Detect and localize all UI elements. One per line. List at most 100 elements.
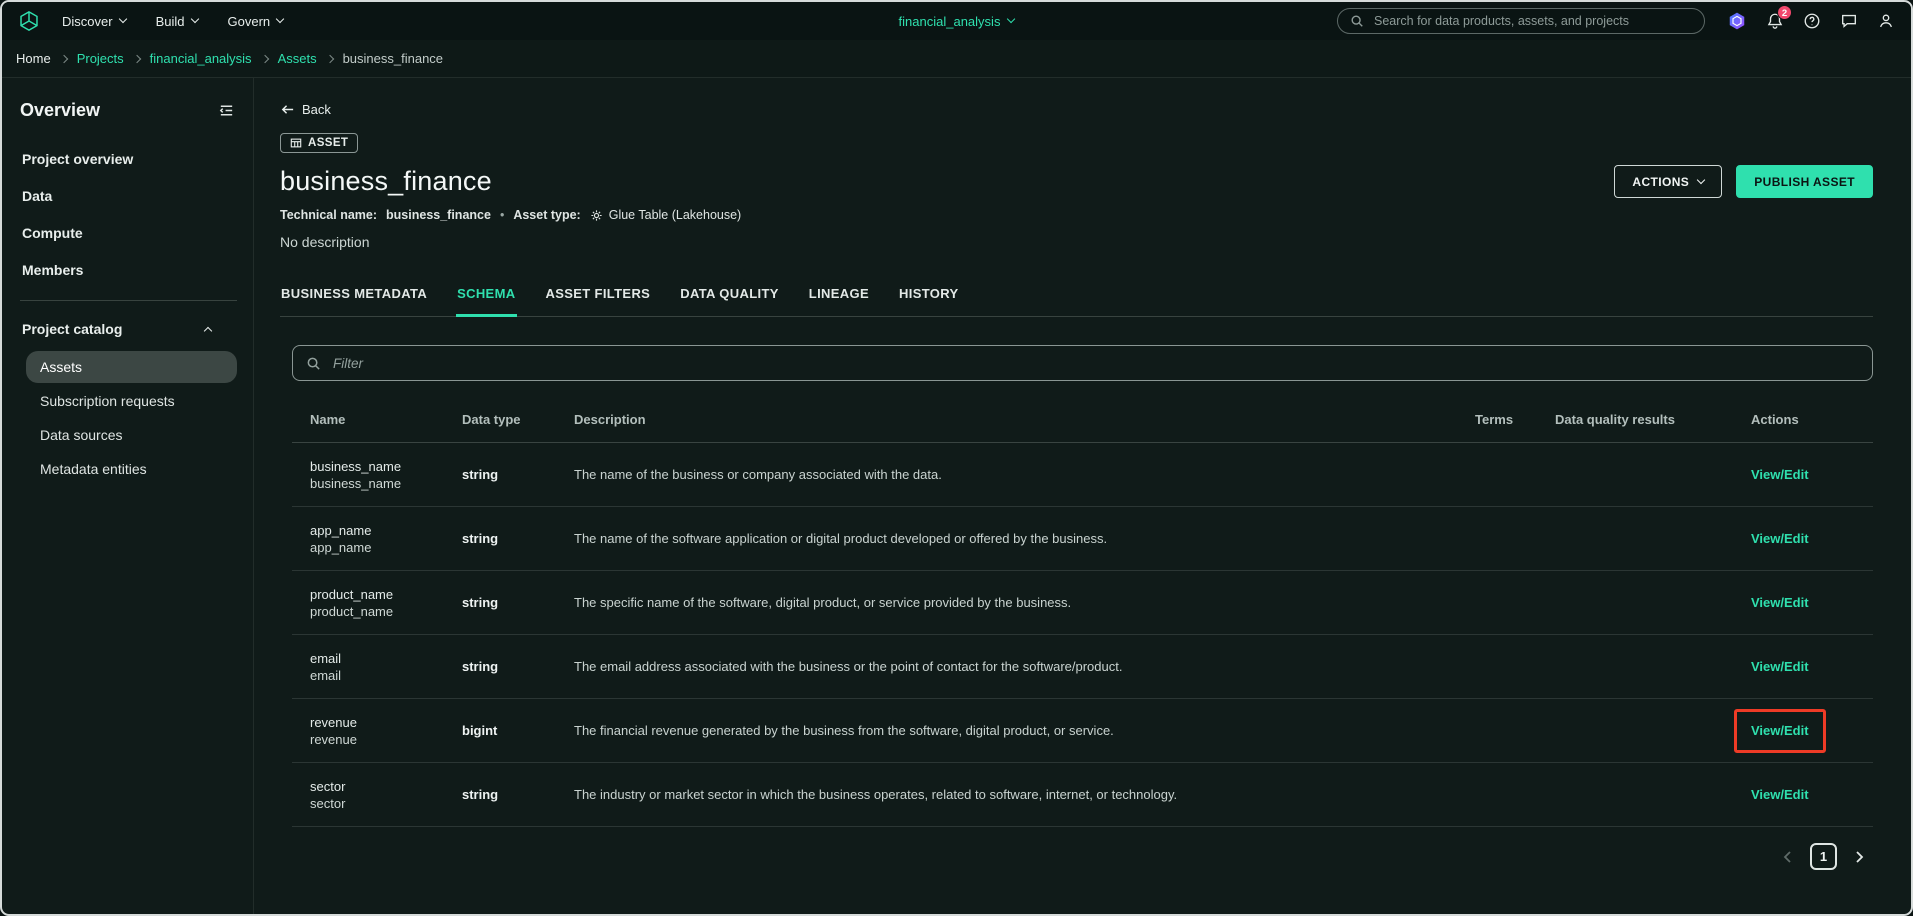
sidebar-item-project-overview[interactable]: Project overview — [20, 143, 237, 175]
tab-bar: BUSINESS METADATA SCHEMA ASSET FILTERS D… — [280, 286, 1873, 317]
sidebar-item-data[interactable]: Data — [20, 180, 237, 212]
row-technical-name: business_name — [310, 475, 402, 491]
project-selector[interactable]: financial_analysis — [898, 13, 1016, 29]
row-data-type: bigint — [462, 723, 498, 738]
tab-lineage[interactable]: LINEAGE — [808, 286, 870, 317]
column-header-terms: Terms — [1475, 412, 1514, 427]
previous-page-icon[interactable] — [1778, 847, 1798, 867]
global-search[interactable] — [1337, 8, 1705, 34]
row-name: business_name — [310, 458, 402, 474]
back-arrow-icon — [280, 102, 295, 117]
technical-name-value: business_finance — [386, 208, 491, 222]
row-description: The name of the business or company asso… — [574, 467, 942, 482]
row-data-type: string — [462, 467, 499, 482]
row-description: The email address associated with the bu… — [574, 659, 1123, 674]
row-data-type: string — [462, 659, 499, 674]
row-description: The financial revenue generated by the b… — [574, 723, 1114, 738]
column-header-data-type: Data type — [462, 412, 521, 427]
row-technical-name: sector — [310, 795, 346, 811]
schema-filter[interactable] — [292, 345, 1873, 381]
breadcrumb-project[interactable]: financial_analysis — [150, 51, 252, 66]
amazon-q-icon[interactable] — [1727, 11, 1747, 31]
asset-meta-line: Technical name: business_finance • Asset… — [280, 208, 1873, 222]
sidebar-item-members[interactable]: Members — [20, 254, 237, 286]
next-page-icon[interactable] — [1849, 847, 1869, 867]
view-edit-link[interactable]: View/Edit — [1751, 787, 1809, 802]
row-name: product_name — [310, 586, 394, 602]
column-header-actions: Actions — [1751, 412, 1799, 427]
row-name: sector — [310, 778, 346, 794]
technical-name-label: Technical name: — [280, 208, 378, 222]
breadcrumb-assets[interactable]: Assets — [278, 51, 317, 66]
annotation-box: View/Edit — [1734, 708, 1826, 753]
schema-table: Name Data type Description Terms Data qu… — [292, 397, 1873, 827]
tab-history[interactable]: HISTORY — [898, 286, 960, 317]
view-edit-link[interactable]: View/Edit — [1751, 723, 1809, 738]
sidebar-item-compute[interactable]: Compute — [20, 217, 237, 249]
menu-govern[interactable]: Govern — [228, 14, 285, 29]
global-search-input[interactable] — [1372, 13, 1692, 29]
breadcrumb-separator-icon — [260, 54, 269, 63]
table-row: email email string The email address ass… — [292, 635, 1873, 699]
sidebar-section-project-catalog[interactable]: Project catalog — [20, 315, 237, 343]
collapse-panel-icon[interactable] — [216, 100, 237, 121]
page-title: business_finance — [280, 166, 492, 196]
row-name: email — [310, 650, 342, 666]
asset-badge-label: ASSET — [308, 137, 349, 149]
table-row: business_name business_name string The n… — [292, 443, 1873, 507]
sidebar-item-metadata-entities[interactable]: Metadata entities — [26, 453, 237, 485]
notification-count-badge: 2 — [1777, 5, 1792, 20]
tab-data-quality[interactable]: DATA QUALITY — [679, 286, 780, 317]
row-technical-name: revenue — [310, 731, 357, 747]
project-selector-label: financial_analysis — [898, 13, 1001, 29]
chevron-down-icon — [190, 14, 199, 24]
row-technical-name: email — [310, 667, 342, 683]
publish-asset-button[interactable]: PUBLISH ASSET — [1736, 165, 1873, 198]
view-edit-link[interactable]: View/Edit — [1751, 595, 1809, 610]
sidebar-item-subscription-requests[interactable]: Subscription requests — [26, 385, 237, 417]
column-header-description: Description — [574, 412, 646, 427]
tab-asset-filters[interactable]: ASSET FILTERS — [545, 286, 652, 317]
search-icon — [1350, 14, 1364, 28]
view-edit-link[interactable]: View/Edit — [1751, 659, 1809, 674]
column-header-name: Name — [310, 412, 346, 427]
menu-build[interactable]: Build — [155, 13, 199, 29]
view-edit-link[interactable]: View/Edit — [1751, 531, 1809, 546]
page-number-button[interactable]: 1 — [1810, 843, 1837, 870]
pagination: 1 — [280, 843, 1869, 894]
row-description: The name of the software application or … — [574, 531, 1108, 546]
sidebar-item-assets[interactable]: Assets — [26, 351, 237, 383]
view-edit-link[interactable]: View/Edit — [1751, 467, 1809, 482]
menu-build-label: Build — [155, 13, 185, 29]
tab-business-metadata[interactable]: BUSINESS METADATA — [280, 286, 428, 317]
topnav-menus: Discover Build Govern — [62, 13, 285, 29]
menu-discover[interactable]: Discover — [62, 14, 127, 29]
breadcrumb: Home Projects financial_analysis Assets … — [2, 40, 1911, 78]
app-window: Discover Build Govern financial_analysis — [0, 0, 1913, 916]
column-header-data-quality-results: Data quality results — [1555, 412, 1675, 427]
sidebar-item-data-sources[interactable]: Data sources — [26, 419, 237, 451]
table-header-row: Name Data type Description Terms Data qu… — [292, 397, 1873, 443]
back-label: Back — [302, 102, 331, 117]
breadcrumb-home[interactable]: Home — [16, 51, 51, 66]
feedback-chat-icon[interactable] — [1840, 12, 1858, 30]
profile-icon[interactable] — [1877, 12, 1895, 30]
annotation-box: View/Edit — [1734, 517, 1826, 561]
notifications-bell-icon[interactable]: 2 — [1766, 5, 1792, 30]
breadcrumb-separator-icon — [59, 54, 68, 63]
table-row: app_name app_name string The name of the… — [292, 507, 1873, 571]
actions-button[interactable]: ACTIONS — [1614, 165, 1723, 198]
help-icon[interactable] — [1803, 12, 1821, 30]
back-link[interactable]: Back — [280, 102, 331, 117]
schema-filter-input[interactable] — [331, 354, 1859, 372]
breadcrumb-separator-icon — [132, 54, 141, 63]
row-description: The specific name of the software, digit… — [574, 595, 1072, 610]
row-technical-name: app_name — [310, 539, 372, 555]
asset-type-label: Asset type: — [513, 208, 581, 222]
sidebar-title: Overview — [20, 100, 101, 120]
datazone-logo-icon[interactable] — [18, 10, 40, 32]
breadcrumb-projects[interactable]: Projects — [77, 51, 124, 66]
tab-schema[interactable]: SCHEMA — [456, 286, 517, 317]
actions-button-label: ACTIONS — [1632, 174, 1690, 189]
row-name: app_name — [310, 522, 372, 538]
